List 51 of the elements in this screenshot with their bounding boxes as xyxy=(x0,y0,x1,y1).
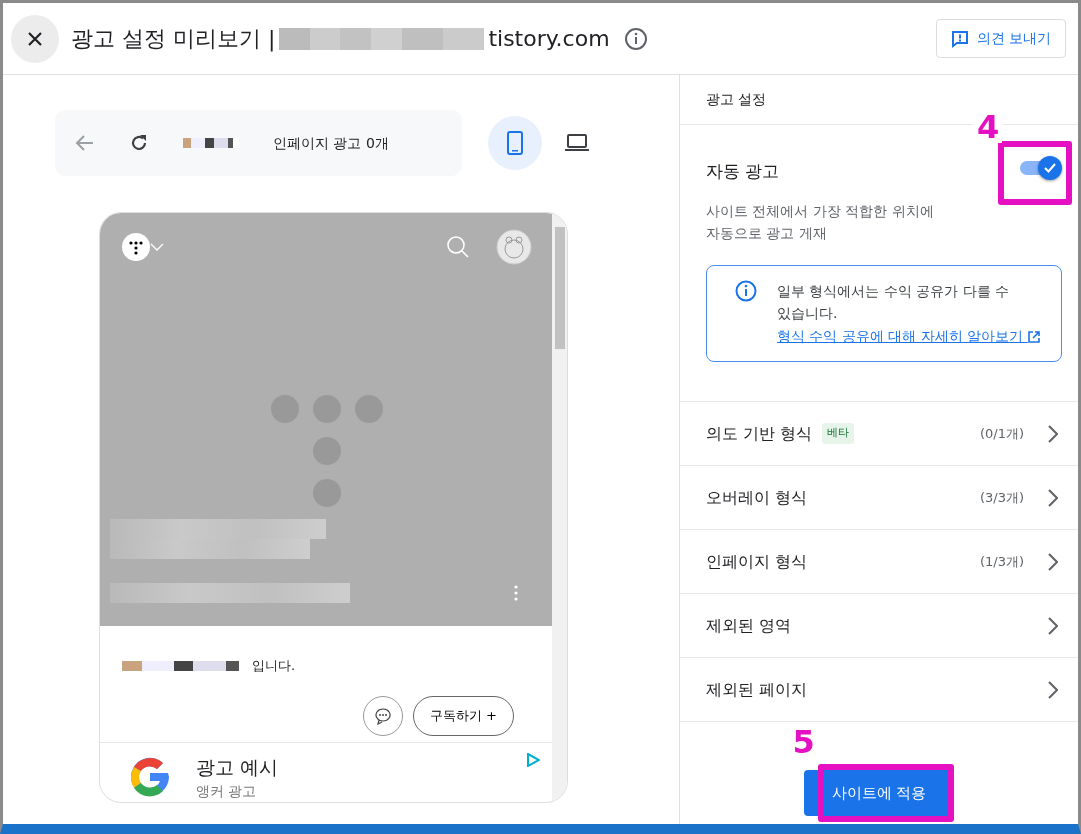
auto-ads-label: 자동 광고 xyxy=(706,159,780,183)
blog-logo-icon[interactable] xyxy=(122,233,150,261)
mobile-view-button[interactable] xyxy=(488,116,542,170)
site-domain: tistory.com xyxy=(488,25,610,53)
scrollbar[interactable] xyxy=(552,213,567,802)
feedback-button[interactable]: 의견 보내기 xyxy=(935,19,1066,58)
external-link-icon xyxy=(1027,330,1040,343)
settings-row[interactable]: 오버레이 형식 (3/3개) xyxy=(680,466,1078,530)
ad-subtitle: 앵커 광고 xyxy=(196,782,258,801)
settings-row[interactable]: 제외된 영역 xyxy=(680,594,1078,658)
back-button[interactable] xyxy=(75,133,95,153)
chevron-right-icon xyxy=(1048,552,1058,571)
row-count: (3/3개) xyxy=(979,488,1024,507)
subscribe-button[interactable]: 구독하기 + xyxy=(412,695,514,736)
beta-badge: 베타 xyxy=(822,423,855,444)
page-ad-count: 인페이지 광고 0개 xyxy=(273,133,389,153)
back-arrow-icon xyxy=(75,133,95,153)
post-text: 입니다. xyxy=(252,657,296,675)
blurred-text xyxy=(183,138,239,148)
reload-icon xyxy=(129,133,149,153)
laptop-icon xyxy=(564,133,590,153)
row-label: 제외된 영역 xyxy=(706,614,792,637)
chevron-right-icon xyxy=(1048,616,1058,635)
reload-button[interactable] xyxy=(129,133,149,153)
settings-row[interactable]: 의도 기반 형식 베타 (0/1개) xyxy=(680,402,1078,466)
row-label: 제외된 페이지 xyxy=(706,678,808,701)
row-label: 오버레이 형식 xyxy=(706,486,808,509)
window-title: 광고 설정 미리보기 | xyxy=(71,25,276,54)
checkmark-icon xyxy=(1044,163,1056,173)
chevron-right-icon xyxy=(1048,488,1058,507)
row-label: 의도 기반 형식 xyxy=(706,422,813,445)
panel-heading: 광고 설정 xyxy=(706,90,767,109)
chevron-right-icon xyxy=(1048,424,1058,443)
learn-more-link[interactable]: 형식 수익 공유에 대해 자세히 알아보기 xyxy=(777,327,1040,344)
info-icon xyxy=(735,279,757,302)
settings-row[interactable]: 제외된 페이지 xyxy=(680,658,1078,722)
chevron-right-icon xyxy=(1048,680,1058,699)
info-icon xyxy=(623,26,648,51)
phone-icon xyxy=(507,131,523,155)
row-label: 인페이지 형식 xyxy=(706,550,808,573)
auto-ads-toggle[interactable] xyxy=(1018,155,1062,181)
row-count: (0/1개) xyxy=(979,424,1024,443)
speech-bubble-icon xyxy=(373,706,392,725)
auto-ads-description: 사이트 전체에서 가장 적합한 위치에 자동으로 광고 게재 xyxy=(706,202,935,244)
close-icon xyxy=(27,30,43,47)
settings-row[interactable]: 인페이지 형식 (1/3개) xyxy=(680,530,1078,594)
row-count: (1/3개) xyxy=(979,552,1024,571)
close-button[interactable] xyxy=(11,14,59,63)
adchoices-icon[interactable] xyxy=(526,752,540,767)
feedback-icon xyxy=(950,29,969,48)
ad-title: 광고 예시 xyxy=(196,754,279,780)
